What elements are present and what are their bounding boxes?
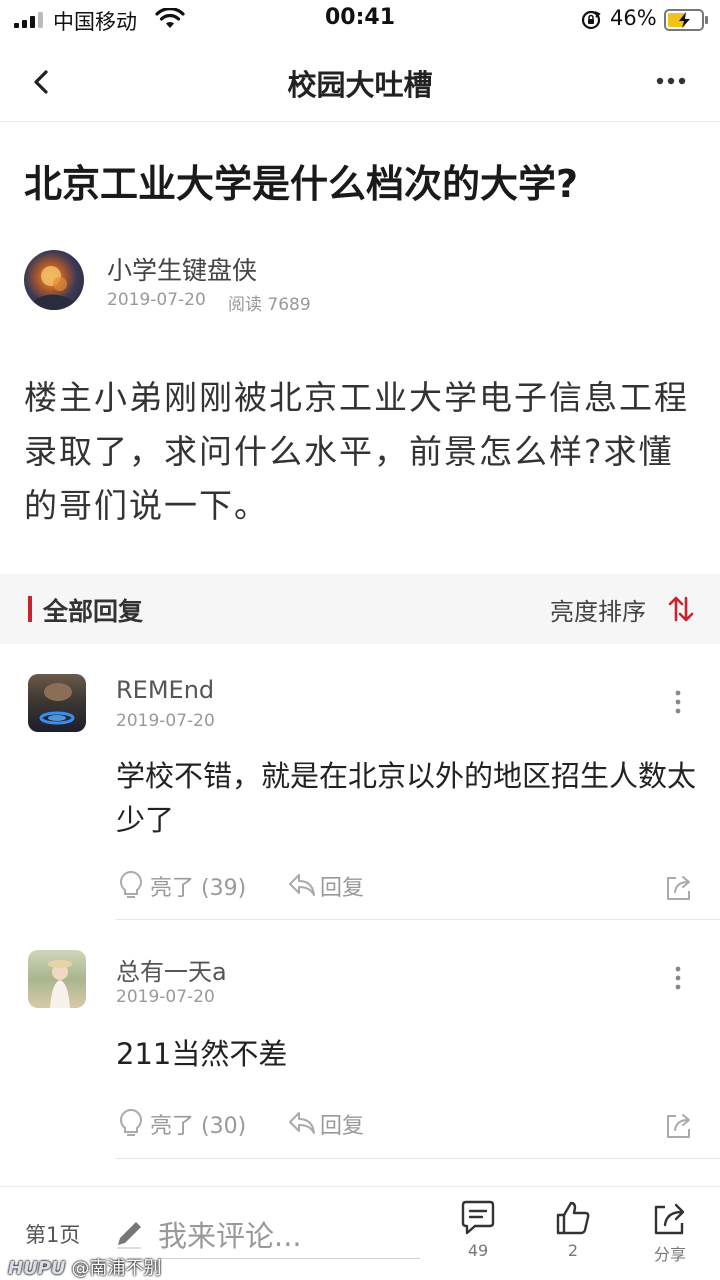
comment-text: 学校不错，就是在北京以外的地区招生人数太少了	[116, 759, 697, 837]
comment-bubble-icon	[461, 1200, 495, 1235]
avatar-image	[34, 266, 74, 310]
replies-bar: 全部回复 亮度排序	[0, 574, 720, 644]
comment-more-icon[interactable]	[666, 688, 690, 716]
like-count: 亮了 (30)	[150, 1114, 247, 1139]
section-marker	[28, 596, 32, 622]
post-title: 北京工业大学是什么档次的大学?	[24, 162, 579, 206]
sort-icon[interactable]	[668, 594, 694, 624]
comment-more-icon[interactable]	[666, 964, 690, 992]
lightbulb-icon	[120, 1108, 142, 1136]
commenter-avatar[interactable]	[28, 950, 86, 1008]
reply-icon	[289, 874, 315, 896]
comment-date: 2019-07-20	[116, 987, 215, 1007]
reply-button[interactable]: 回复	[288, 868, 388, 904]
comment-text: 211当然不差	[116, 1037, 288, 1071]
comment-date: 2019-07-20	[116, 711, 215, 731]
read-count: 阅读 7689	[228, 295, 311, 315]
avatar-image	[48, 960, 72, 1008]
comment-item: 总有一天a 2019-07-20 211当然不差 亮了 (30) 回复	[0, 920, 720, 1160]
page-indicator[interactable]: 第1页	[25, 1219, 80, 1249]
avatar-image	[39, 683, 75, 725]
comment-count: 49	[467, 1241, 489, 1260]
author-avatar[interactable]	[24, 250, 84, 310]
post-body: 楼主小弟刚刚被北京工业大学电子信息工程录取了，求问什么水平，前景怎么样?求懂的哥…	[24, 378, 689, 525]
nav-header: 校园大吐槽	[0, 40, 720, 122]
post-date: 2019-07-20	[107, 290, 206, 310]
all-replies-label: 全部回复	[43, 597, 144, 626]
author-name[interactable]: 小学生键盘侠	[107, 251, 257, 287]
share-button[interactable]: 分享	[640, 1199, 700, 1273]
more-options-icon[interactable]	[648, 66, 694, 96]
share-label: 分享	[653, 1245, 686, 1264]
watermark: HUPU @南浦不别	[8, 1254, 162, 1280]
watermark-text: @南浦不别	[71, 1258, 162, 1279]
like-button[interactable]: 亮了 (30)	[118, 1106, 268, 1142]
comment-input[interactable]	[158, 1213, 420, 1259]
share-icon[interactable]	[664, 872, 694, 902]
lightbulb-icon	[120, 870, 142, 898]
like-post-button[interactable]: 2	[543, 1199, 603, 1273]
commenter-avatar[interactable]	[28, 674, 86, 732]
comments-button[interactable]: 49	[448, 1199, 508, 1273]
status-bar: 中国移动 00:41 46%	[0, 0, 720, 40]
rotation-lock-icon	[581, 10, 601, 30]
sort-button[interactable]: 亮度排序	[550, 592, 646, 627]
pencil-icon	[117, 1222, 141, 1249]
commenter-name[interactable]: REMEnd	[116, 676, 214, 704]
share-icon	[654, 1203, 685, 1235]
watermark-logo: HUPU	[8, 1258, 66, 1279]
reply-icon	[289, 1112, 315, 1134]
comment-item: REMEnd 2019-07-20 学校不错，就是在北京以外的地区招生人数太少了…	[0, 644, 720, 920]
reply-button[interactable]: 回复	[288, 1106, 388, 1142]
like-count-total: 2	[567, 1241, 579, 1260]
like-button[interactable]: 亮了 (39)	[118, 868, 268, 904]
page-title: 校园大吐槽	[287, 68, 433, 102]
like-count: 亮了 (39)	[150, 876, 247, 901]
thumbs-up-icon	[556, 1201, 590, 1235]
share-icon[interactable]	[664, 1110, 694, 1140]
divider	[116, 1158, 720, 1159]
reply-label: 回复	[320, 876, 365, 901]
reply-label: 回复	[320, 1114, 365, 1139]
battery-percent: 46%	[610, 6, 657, 30]
commenter-name[interactable]: 总有一天a	[116, 952, 227, 987]
battery-icon	[664, 9, 708, 31]
